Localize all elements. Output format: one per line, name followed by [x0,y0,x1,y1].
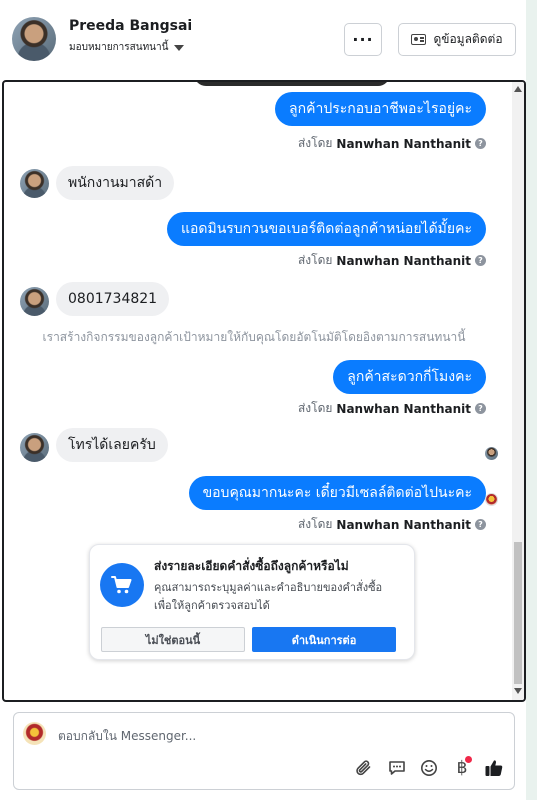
message-thread[interactable]: ลูกค้าประกอบอาชีพอะไรอยู่คะ ส่งโดย Nanwh… [2,80,526,702]
help-icon[interactable]: ? [475,255,486,266]
page-avatar [23,722,46,745]
incoming-message[interactable]: พนักงานมาสด้า [56,166,175,200]
read-receipt-avatar [485,447,498,460]
incoming-message[interactable]: โทรได้เลยครับ [56,428,168,462]
system-note: เราสร้างกิจกรรมของลูกค้าเป้าหมายให้กับคุ… [42,330,466,344]
emoji-icon[interactable] [418,757,440,779]
thread-scrollbar[interactable] [512,82,524,700]
shopping-cart-icon [100,563,144,607]
notification-dot [465,756,472,763]
saved-replies-icon[interactable] [386,757,408,779]
outgoing-message[interactable]: แอดมินรบกวนขอเบอร์ติดต่อลูกค้าหน่อยได้มั… [166,212,486,246]
sent-by-agent: Nanwhan Nanthanit [336,401,471,416]
sent-by-label: ส่งโดย Nanwhan Nanthanit ? [298,134,486,153]
payment-icon[interactable]: ฿ [451,756,473,779]
contact-card-icon [411,34,427,45]
sent-by-label: ส่งโดย Nanwhan Nanthanit ? [298,515,486,534]
view-contact-button[interactable]: ดูข้อมูลติดต่อ [398,23,516,56]
view-contact-label: ดูข้อมูลติดต่อ [433,32,503,46]
customer-avatar-small [20,169,49,198]
sent-by-label: ส่งโดย Nanwhan Nanthanit ? [298,399,486,418]
conversation-header: Preeda Bangsai มอบหมายการสนทนานี้ ··· ดู… [0,0,526,80]
customer-avatar[interactable] [12,17,56,61]
sent-by-prefix: ส่งโดย [297,253,333,267]
order-prompt-description: คุณสามารถระบุมูลค่าและคำอธิบายของคำสั่งซ… [154,581,383,594]
more-options-button[interactable]: ··· [344,23,382,56]
help-icon[interactable]: ? [475,138,486,149]
sent-by-prefix: ส่งโดย [297,517,333,531]
not-now-button[interactable]: ไม่ใช่ตอนนี้ [101,627,245,652]
page-read-receipt-avatar [485,493,498,506]
reply-input[interactable] [58,726,488,746]
like-thumbs-up-icon[interactable] [483,757,505,779]
order-prompt-description-2: เพื่อให้ลูกค้าตรวจสอบได้ [154,599,270,612]
order-details-prompt-card: ส่งรายละเอียดคำสั่งซื้อถึงลูกค้าหรือไม่ … [89,544,415,660]
sent-by-agent: Nanwhan Nanthanit [336,253,471,268]
help-icon[interactable]: ? [475,519,486,530]
help-icon[interactable]: ? [475,403,486,414]
sent-by-agent: Nanwhan Nanthanit [336,517,471,532]
outgoing-message[interactable]: ลูกค้าสะดวกกี่โมงคะ [333,360,486,394]
sent-by-prefix: ส่งโดย [297,401,333,415]
customer-name[interactable]: Preeda Bangsai [69,18,192,34]
continue-button[interactable]: ดำเนินการต่อ [252,627,396,652]
incoming-message[interactable]: 0801734821 [56,282,170,316]
caret-down-icon [174,44,185,51]
reply-composer: ฿ [13,712,515,790]
outgoing-message[interactable]: ลูกค้าประกอบอาชีพอะไรอยู่คะ [275,92,486,126]
sent-by-label: ส่งโดย Nanwhan Nanthanit ? [298,251,486,270]
sent-by-agent: Nanwhan Nanthanit [336,136,471,151]
assign-conversation-label: มอบหมายการสนทนานี้ [69,42,169,53]
assign-conversation-dropdown[interactable]: มอบหมายการสนทนานี้ [69,40,185,55]
customer-avatar-small [20,433,49,462]
scroll-up-arrow-icon[interactable] [514,86,522,92]
order-prompt-title: ส่งรายละเอียดคำสั่งซื้อถึงลูกค้าหรือไม่ [154,559,349,573]
sent-by-prefix: ส่งโดย [297,136,333,150]
paperclip-icon[interactable] [353,757,375,779]
previous-message-bubble [194,82,390,86]
scrollbar-thumb[interactable] [514,542,522,684]
customer-avatar-small [20,287,49,316]
scroll-down-arrow-icon[interactable] [514,688,522,694]
outgoing-message[interactable]: ขอบคุณมากนะคะ เดี๋ยวมีเซลล์ติดต่อไปนะคะ [188,476,486,510]
conversation-panel: Preeda Bangsai มอบหมายการสนทนานี้ ··· ดู… [0,0,526,800]
